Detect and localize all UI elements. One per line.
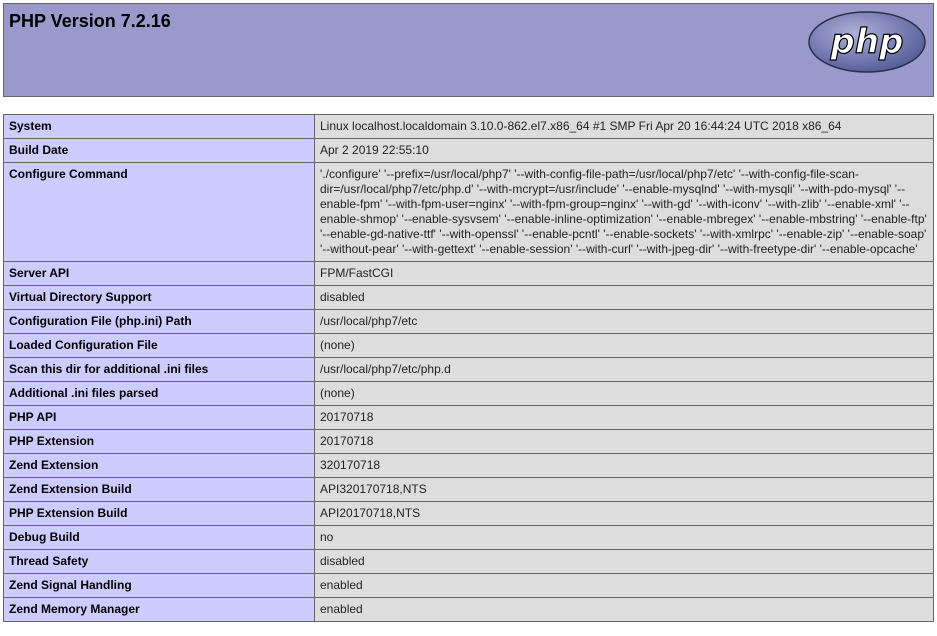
row-value: no <box>314 525 934 550</box>
row-value: './configure' '--prefix=/usr/local/php7'… <box>314 162 934 262</box>
row-value: disabled <box>314 549 934 574</box>
table-row: Scan this dir for additional .ini files /… <box>3 357 934 382</box>
table-row: PHP Extension Build API20170718,NTS <box>3 501 934 526</box>
row-value: 320170718 <box>314 453 934 478</box>
row-value: /usr/local/php7/etc <box>314 309 934 334</box>
row-label: Debug Build <box>3 525 315 550</box>
php-version-header: PHP Version 7.2.16 php <box>3 3 934 97</box>
table-row: Virtual Directory Support disabled <box>3 285 934 310</box>
php-info-table: System Linux localhost.localdomain 3.10.0… <box>3 114 934 622</box>
table-row: PHP API 20170718 <box>3 405 934 430</box>
row-label: Zend Extension <box>3 453 315 478</box>
row-value: enabled <box>314 597 934 622</box>
row-value: API20170718,NTS <box>314 501 934 526</box>
table-row: Configuration File (php.ini) Path/usr/lo… <box>3 309 934 334</box>
row-label: Configuration File (php.ini) Path <box>3 309 315 334</box>
table-row: Additional .ini files parsed (none) <box>3 381 934 406</box>
row-label: Additional .ini files parsed <box>3 381 315 406</box>
table-row: Loaded Configuration File (none) <box>3 333 934 358</box>
row-label: Virtual Directory Support <box>3 285 315 310</box>
row-value: enabled <box>314 573 934 598</box>
row-value: API320170718,NTS <box>314 477 934 502</box>
row-label: PHP Extension Build <box>3 501 315 526</box>
row-value: 20170718 <box>314 405 934 430</box>
table-row: PHP Extension 20170718 <box>3 429 934 454</box>
row-label: Server API <box>3 261 315 286</box>
table-row: Debug Build no <box>3 525 934 550</box>
page-title: PHP Version 7.2.16 <box>9 11 171 31</box>
row-value: (none) <box>314 333 934 358</box>
row-label: Scan this dir for additional .ini files <box>3 357 315 382</box>
row-label: System <box>3 114 315 139</box>
row-value: Apr 2 2019 22:55:10 <box>314 138 934 163</box>
table-row: Zend Signal Handling enabled <box>3 573 934 598</box>
row-label: Configure Command <box>3 162 315 262</box>
php-logo-text: php <box>830 22 904 62</box>
table-row: Thread Safety disabled <box>3 549 934 574</box>
row-label: Loaded Configuration File <box>3 333 315 358</box>
table-row: Zend Memory Manager enabled <box>3 597 934 622</box>
row-label: PHP Extension <box>3 429 315 454</box>
table-row: System Linux localhost.localdomain 3.10.0… <box>3 114 934 139</box>
row-value: 20170718 <box>314 429 934 454</box>
row-label: Zend Signal Handling <box>3 573 315 598</box>
row-value: disabled <box>314 285 934 310</box>
row-label: Zend Extension Build <box>3 477 315 502</box>
row-label: Build Date <box>3 138 315 163</box>
php-logo[interactable]: php <box>807 10 927 74</box>
table-row: Build Date Apr 2 2019 22:55:10 <box>3 138 934 163</box>
table-row: Configure Command './configure' '--prefix… <box>3 162 934 262</box>
row-value: Linux localhost.localdomain 3.10.0-862.e… <box>314 114 934 139</box>
row-value: /usr/local/php7/etc/php.d <box>314 357 934 382</box>
table-row: Zend Extension Build API320170718,NTS <box>3 477 934 502</box>
row-value: (none) <box>314 381 934 406</box>
row-value: FPM/FastCGI <box>314 261 934 286</box>
row-label: Zend Memory Manager <box>3 597 315 622</box>
table-row: Server API FPM/FastCGI <box>3 261 934 286</box>
table-row: Zend Extension 320170718 <box>3 453 934 478</box>
row-label: Thread Safety <box>3 549 315 574</box>
row-label: PHP API <box>3 405 315 430</box>
